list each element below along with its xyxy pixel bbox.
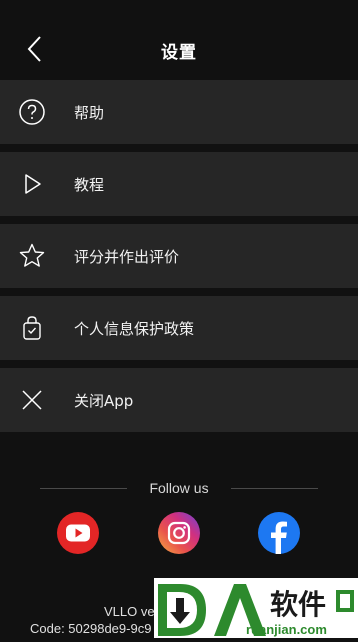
play-icon <box>18 170 46 198</box>
svg-text:软件: 软件 <box>270 588 326 621</box>
device-code: Code: 50298de9-9c9 <box>30 621 152 636</box>
menu-item-help[interactable]: 帮助 <box>0 80 358 144</box>
menu-item-label: 个人信息保护政策 <box>74 319 195 338</box>
follow-us-section: Follow us <box>40 478 319 498</box>
close-icon <box>18 386 46 414</box>
menu-item-privacy-policy[interactable]: 个人信息保护政策 <box>0 296 358 360</box>
menu-item-tutorial[interactable]: 教程 <box>0 152 358 216</box>
menu-item-rate[interactable]: 评分并作出评价 <box>0 224 358 288</box>
menu-item-label: 评分并作出评价 <box>74 247 180 266</box>
menu-item-label: 教程 <box>74 175 105 194</box>
divider <box>230 487 319 489</box>
follow-us-label: Follow us <box>149 480 209 496</box>
help-circle-icon <box>18 98 46 126</box>
social-links <box>0 512 358 554</box>
svg-text:ruanjian.com: ruanjian.com <box>246 622 327 637</box>
menu-item-label: 关闭App <box>74 391 134 410</box>
youtube-icon <box>66 524 90 542</box>
watermark-logo: 软件 ruanjian.com <box>154 578 358 638</box>
facebook-button[interactable] <box>258 512 300 554</box>
star-icon <box>18 242 46 270</box>
page-title: 设置 <box>161 43 197 63</box>
settings-menu: 帮助 教程 评分并作出评价 个人信息保护政策 关闭App <box>0 80 358 440</box>
youtube-button[interactable] <box>57 512 99 554</box>
privacy-lock-icon <box>18 314 46 342</box>
divider <box>40 487 128 489</box>
header-bar: 设置 <box>0 0 358 80</box>
menu-item-label: 帮助 <box>74 103 105 122</box>
instagram-button[interactable] <box>158 512 200 554</box>
instagram-icon <box>167 521 191 545</box>
app-version: VLLO ve <box>104 604 155 619</box>
menu-item-close-app[interactable]: 关闭App <box>0 368 358 432</box>
facebook-icon <box>271 521 287 554</box>
